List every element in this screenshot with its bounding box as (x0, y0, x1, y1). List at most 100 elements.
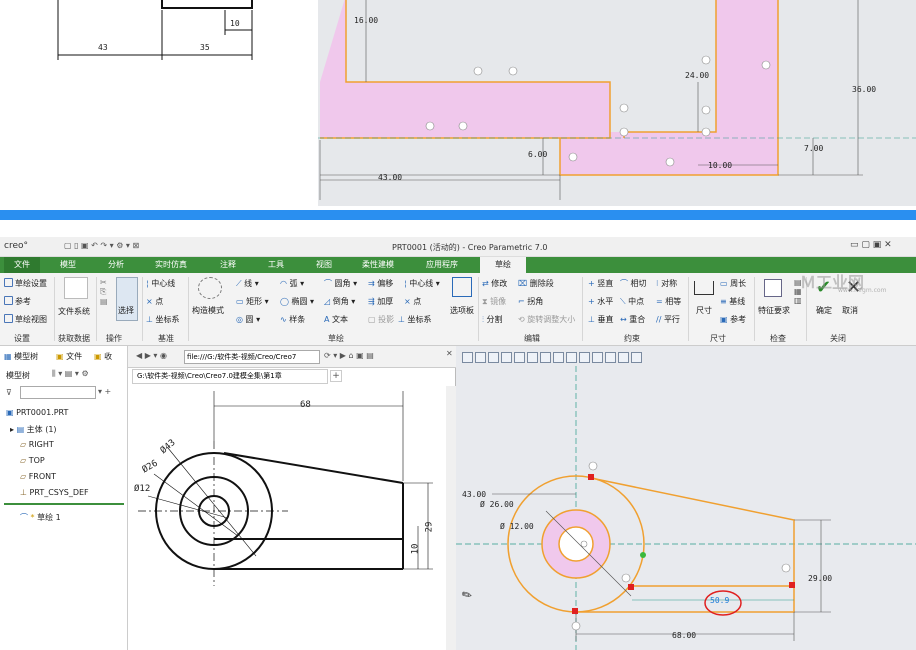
project-button[interactable]: ▢ 投影 (368, 314, 394, 325)
point-button[interactable]: × 点 (404, 296, 421, 307)
sketch-dim-d12[interactable]: Ø 12.00 (500, 522, 534, 531)
coincident-constraint-button[interactable]: ↔ 重合 (620, 314, 645, 325)
spline-button[interactable]: ∿ 样条 (280, 314, 305, 325)
tab-files[interactable]: ▣ 文件 (56, 351, 82, 362)
tree-item-part[interactable]: ▣ PRT0001.PRT (6, 408, 68, 417)
tree-item-top[interactable]: ▱ TOP (20, 456, 45, 465)
modify-button[interactable]: ⇄ 修改 (482, 278, 507, 289)
sketch-dim-7[interactable]: 7.00 (804, 144, 823, 153)
sketch-dim-24[interactable]: 24.00 (685, 71, 709, 80)
graphics-window[interactable]: 43.00 Ø 26.00 Ø 12.00 29.00 68.00 50.9 (456, 346, 916, 650)
tangent-constraint-button[interactable]: ⌒ 相切 (620, 278, 647, 289)
sketch-dim-43[interactable]: 43.00 (462, 490, 486, 499)
chamfer-button[interactable]: ◿ 倒角 ▾ (324, 296, 355, 307)
sketch-dim-16[interactable]: 16.00 (354, 16, 378, 25)
equal-constraint-button[interactable]: = 相等 (656, 296, 681, 307)
dimension-button[interactable]: 尺寸 (696, 305, 712, 316)
group-ops-label[interactable]: 操作 (106, 333, 122, 344)
palette-button[interactable]: 选项板 (450, 305, 474, 316)
ok-button[interactable]: 确定 (816, 305, 832, 316)
fillet-button[interactable]: ⌒ 圆角 ▾ (324, 278, 357, 289)
tree-toolbar[interactable]: ⫼ ▾ ▤ ▾ ⚙ (52, 369, 89, 379)
new-tab-button[interactable]: + (330, 370, 342, 382)
nav-buttons[interactable]: ◀ ▶ ▾ ◉ (136, 351, 167, 360)
sketch-dim-68[interactable]: 68.00 (672, 631, 696, 640)
tree-item-sketch1[interactable]: ⌒ * 草绘 1 (20, 512, 61, 523)
symmetric-constraint-button[interactable]: ⁝ 对称 (656, 278, 677, 289)
references-button[interactable]: 参考 (4, 296, 31, 307)
rectangle-button[interactable]: ▭ 矩形 ▾ (236, 296, 269, 307)
baseline-button[interactable]: ≡ 基线 (720, 296, 745, 307)
sketch-dim-36[interactable]: 36.00 (852, 85, 876, 94)
group-datum-label[interactable]: 基准 (158, 333, 174, 344)
group-sketch-label[interactable]: 草绘 (328, 333, 344, 344)
group-constrain-label[interactable]: 约束 (624, 333, 640, 344)
text-button[interactable]: A 文本 (324, 314, 348, 325)
tree-item-right[interactable]: ▱ RIGHT (20, 440, 54, 449)
tab-view[interactable]: 视图 (304, 257, 344, 273)
tree-search-input[interactable] (20, 386, 96, 399)
tab-favorites[interactable]: ▣ 收 (94, 351, 112, 362)
group-inspect-label[interactable]: 检查 (770, 333, 786, 344)
quick-access-toolbar[interactable]: ▢ ▯ ▣ ↶ ↷ ▾ ⚙ ▾ ⊠ (64, 241, 139, 250)
rotate-resize-button[interactable]: ⟲ 旋转调整大小 (518, 314, 575, 325)
browser-close-icon[interactable]: ✕ (446, 349, 453, 358)
cancel-button[interactable]: 取消 (842, 305, 858, 316)
window-controls[interactable]: ▭ ▢ ▣ ✕ (850, 240, 892, 250)
arc-button[interactable]: ◠ 弧 ▾ (280, 278, 304, 289)
corner-button[interactable]: ⌐ 拐角 (518, 296, 543, 307)
construction-mode-button[interactable]: 构造模式 (192, 305, 224, 316)
browser-tab[interactable]: G:\软件类-视频\Creo\Creo7.0建模全集\第1章 (132, 369, 328, 384)
tab-applications[interactable]: 应用程序 (414, 257, 470, 273)
delete-segment-button[interactable]: ⌧ 删除段 (518, 278, 554, 289)
tab-analysis[interactable]: 分析 (96, 257, 136, 273)
ellipse-button[interactable]: ◯ 椭圆 ▾ (280, 296, 314, 307)
file-system-button[interactable]: 文件系统 (58, 306, 90, 317)
tree-item-csys[interactable]: ⊥ PRT_CSYS_DEF (20, 488, 89, 497)
tab-model-tree[interactable]: ▦ 模型树 (4, 351, 38, 362)
sketch-dim-50-9-highlighted[interactable]: 50.9 (710, 596, 729, 605)
sketch-dim-10[interactable]: 10.00 (708, 161, 732, 170)
sketch-dim-6[interactable]: 6.00 (528, 150, 547, 159)
mirror-button[interactable]: ⧗ 镜像 (482, 296, 506, 307)
reference-dim-button[interactable]: ▣ 参考 (720, 314, 746, 325)
tree-item-body[interactable]: ▸ ▤ 主体 (1) (10, 424, 57, 435)
tab-annotate[interactable]: 注释 (208, 257, 248, 273)
tab-model[interactable]: 模型 (48, 257, 88, 273)
csys-datum-button[interactable]: ⊥ 坐标系 (146, 314, 180, 325)
sketch-dim-43[interactable]: 43.00 (378, 173, 402, 182)
tab-tools[interactable]: 工具 (256, 257, 296, 273)
group-edit-label[interactable]: 编辑 (524, 333, 540, 344)
offset-button[interactable]: ⇉ 偏移 (368, 278, 393, 289)
group-data-label[interactable]: 获取数据 (58, 333, 90, 344)
line-button[interactable]: ⟋ 线 ▾ (236, 278, 259, 289)
sketch-view-button[interactable]: 草绘视图 (4, 314, 47, 325)
group-dimension-label[interactable]: 尺寸 (710, 333, 726, 344)
feature-requirements-button[interactable]: 特征要求 (758, 305, 790, 316)
tab-sketch[interactable]: 草绘 (480, 257, 526, 273)
circle-button[interactable]: ◎ 圆 ▾ (236, 314, 260, 325)
parallel-constraint-button[interactable]: // 平行 (656, 314, 680, 325)
centerline-button[interactable]: ¦ 中心线 ▾ (404, 278, 440, 289)
sketch-area-top[interactable]: 16.00 24.00 36.00 6.00 7.00 43.00 10.00 (318, 0, 916, 206)
thicken-button[interactable]: ⇶ 加厚 (368, 296, 393, 307)
point-datum-button[interactable]: × 点 (146, 296, 163, 307)
tab-file[interactable]: 文件 (4, 257, 40, 273)
clipboard-icons[interactable]: ✂ ⎘ ▤ (100, 278, 108, 306)
tab-live-sim[interactable]: 实时仿真 (146, 257, 196, 273)
url-bar[interactable]: file:///G:/软件类-视频/Creo/Creo7 (184, 350, 320, 364)
group-setup-label[interactable]: 设置 (14, 333, 30, 344)
browser-actions[interactable]: ⟳ ▾ ▶ ⌂ ▣ ▤ (324, 351, 374, 360)
tree-search-buttons[interactable]: ▾ + (98, 387, 111, 396)
csys-button[interactable]: ⊥ 坐标系 (398, 314, 432, 325)
midpoint-constraint-button[interactable]: ⟍ 中点 (620, 296, 644, 307)
sketch-dim-29[interactable]: 29.00 (808, 574, 832, 583)
browser-scrollbar[interactable] (446, 386, 456, 650)
tab-flexible[interactable]: 柔性建模 (352, 257, 404, 273)
tree-item-front[interactable]: ▱ FRONT (20, 472, 56, 481)
group-close-label[interactable]: 关闭 (830, 333, 846, 344)
sketch-setup-button[interactable]: 草绘设置 (4, 278, 47, 289)
divide-button[interactable]: ⫶ 分割 (482, 314, 503, 325)
filter-icon[interactable]: ⊽ (6, 388, 12, 397)
sketch-dim-d26[interactable]: Ø 26.00 (480, 500, 514, 509)
